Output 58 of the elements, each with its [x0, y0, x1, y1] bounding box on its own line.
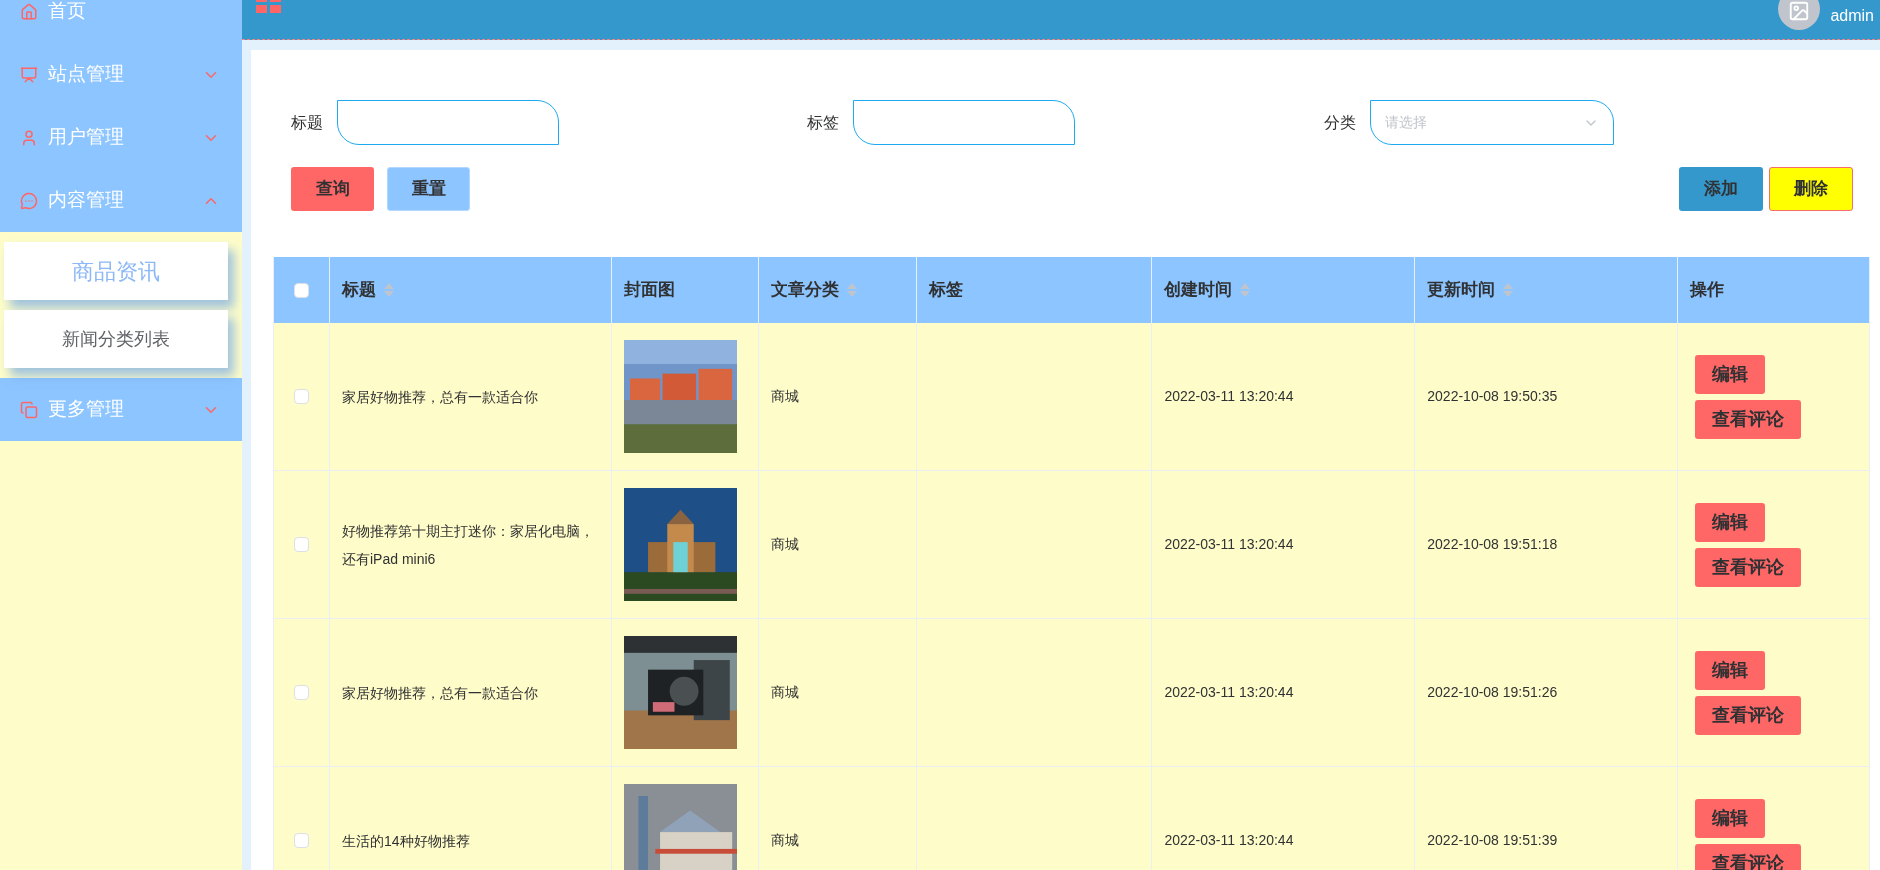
sort-icon[interactable]	[1240, 283, 1251, 297]
table-cell-text: 商城	[770, 387, 799, 406]
sort-icon[interactable]	[1503, 283, 1514, 297]
edit-button[interactable]: 编辑	[1695, 798, 1766, 838]
table-cell-text: 2022-10-08 19:51:18	[1427, 535, 1558, 554]
table-cell-text: 2022-10-08 19:50:35	[1427, 387, 1558, 406]
table-cell-text: 2022-03-11 13:20:44	[1164, 387, 1294, 406]
sort-icon[interactable]	[846, 283, 857, 297]
copy-icon	[20, 400, 38, 419]
column-header: 标题	[341, 279, 376, 302]
table-cell-text: 家居好物推荐，总有一款适合你	[341, 387, 538, 407]
table-cell-text: 家居好物推荐，总有一款适合你	[341, 683, 538, 703]
table-cell-text: 2022-03-11 13:20:44	[1164, 535, 1294, 554]
grid-icon[interactable]	[256, 0, 282, 14]
view-comments-button[interactable]: 查看评论	[1695, 695, 1802, 735]
input-field[interactable]	[337, 100, 559, 145]
column-header: 更新时间	[1427, 279, 1496, 302]
edit-button[interactable]: 编辑	[1695, 502, 1766, 542]
column-header: 创建时间	[1164, 279, 1233, 302]
checkbox[interactable]	[294, 685, 309, 700]
column-header: 封面图	[623, 279, 675, 302]
image-placeholder-icon	[1788, 0, 1811, 22]
table-cell-text: 2022-03-11 13:20:44	[1164, 683, 1294, 702]
sort-icon[interactable]	[383, 283, 394, 297]
avatar[interactable]	[1778, 0, 1821, 30]
field-label: 标签	[807, 112, 840, 133]
column-header: 操作	[1690, 279, 1725, 302]
field-label: 标题	[291, 112, 323, 133]
search-button[interactable]: 查询	[291, 167, 374, 211]
edit-button[interactable]: 编辑	[1695, 650, 1766, 690]
view-comments-button[interactable]: 查看评论	[1695, 547, 1802, 587]
easel-icon	[20, 65, 38, 84]
user-icon	[20, 128, 38, 147]
checkbox[interactable]	[294, 389, 309, 404]
table-cell-text: 2022-03-11 13:20:44	[1164, 831, 1294, 850]
column-header: 标签	[928, 279, 963, 302]
table-cell-text: 生活的14种好物推荐	[341, 831, 470, 851]
checkbox[interactable]	[294, 537, 309, 552]
chat-bubble-icon	[20, 191, 38, 210]
reset-button[interactable]: 重置	[387, 167, 470, 211]
table-cell-text: 商城	[770, 535, 799, 554]
house-icon	[20, 2, 38, 21]
input-field[interactable]	[853, 100, 1076, 145]
table-cell-text: 2022-10-08 19:51:39	[1427, 831, 1558, 850]
table-cell-text: 好物推荐第十期主打迷你：家居化电脑，还有iPad mini6	[341, 521, 595, 569]
checkbox[interactable]	[294, 282, 309, 298]
delete-button[interactable]: 删除	[1769, 167, 1853, 211]
field-label: 分类	[1323, 112, 1356, 133]
edit-button[interactable]: 编辑	[1695, 354, 1766, 394]
checkbox[interactable]	[294, 833, 309, 848]
table-cell-text: 商城	[770, 683, 799, 702]
table-cell-text: 2022-10-08 19:51:26	[1427, 683, 1558, 702]
view-comments-button[interactable]: 查看评论	[1695, 399, 1802, 439]
table-cell-text: 商城	[770, 831, 799, 850]
user-name[interactable]: admin	[1830, 4, 1874, 28]
column-header: 文章分类	[770, 279, 839, 302]
add-button[interactable]: 添加	[1679, 167, 1763, 211]
submenu-item[interactable]: 新闻分类列表	[4, 310, 228, 368]
